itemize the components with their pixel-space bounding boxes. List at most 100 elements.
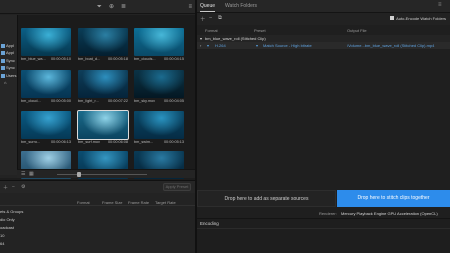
duplicate-icon[interactable]: ⧉	[218, 15, 222, 22]
folder-tree: Appl Appl Sync Sync Users ⌂	[0, 15, 17, 175]
queue-toolbar: ＋ − ⧉ Auto-Encode Watch Folders	[197, 13, 450, 25]
encoding-label: Encoding	[200, 221, 219, 226]
queue-item[interactable]: ▾ bm_blue_wave_roll (Stitched Clip)	[197, 35, 450, 42]
clip-thumbnail[interactable]: bm_cloud... 00:00:05:00	[21, 70, 71, 107]
thumbnail-image	[21, 28, 71, 56]
preset-column-header: Format Frame Size Frame Rate Target Rate	[0, 199, 195, 206]
folder-icon	[1, 66, 5, 70]
clip-duration: 00:00:05:18	[107, 57, 128, 61]
add-icon[interactable]: ＋	[200, 15, 206, 23]
drop-zone-separate[interactable]: Drop here to add as separate sources	[197, 190, 336, 207]
clip-thumbnail[interactable]: bm_boat_d... 00:00:05:18	[78, 28, 128, 65]
preset-row[interactable]: dio Only	[0, 216, 195, 223]
clip-thumbnail[interactable]: bm_surf.mov 00:00:06:08	[77, 110, 129, 148]
thumbnail-image	[77, 110, 129, 140]
remove-icon[interactable]: −	[209, 15, 212, 21]
folder-icon	[1, 74, 5, 78]
thumbnail-image	[21, 70, 71, 98]
clip-duration: 00:00:05:13	[163, 140, 184, 144]
checkbox-icon[interactable]	[390, 16, 395, 21]
tree-item-home[interactable]: ⌂	[0, 80, 17, 86]
grid-view-icon[interactable]: ▦	[29, 171, 34, 177]
clip-duration: 00:00:04:05	[163, 99, 184, 103]
tree-item[interactable]: Sync	[0, 65, 17, 71]
column-output-file[interactable]: Output File	[347, 28, 367, 33]
preset-row[interactable]: oadcast	[0, 224, 195, 231]
clip-name: bm_surf.mov	[78, 140, 100, 144]
clip-thumbnail[interactable]: bm_sky.mov 00:00:04:05	[134, 70, 184, 107]
column-format[interactable]: Format	[205, 28, 218, 33]
tree-item[interactable]: Users	[0, 73, 17, 79]
clip-name: bm_surro...	[21, 140, 41, 144]
tab-bar: Queue Watch Folders ≡	[197, 0, 450, 13]
filter-icon[interactable]: ⏷	[97, 3, 102, 11]
list-view-icon[interactable]: ☰	[21, 171, 25, 177]
thumbnail-image	[78, 70, 128, 98]
encoding-panel: Encoding	[197, 218, 450, 253]
chevron-icon[interactable]: ›	[200, 43, 201, 48]
tree-item[interactable]: Appl	[0, 50, 17, 56]
clip-name: bm_light_r...	[78, 99, 99, 103]
clip-duration: 00:00:04:15	[163, 57, 184, 61]
preset-row[interactable]: ets & Groups	[0, 208, 195, 215]
list-view-icon[interactable]: ≣	[121, 3, 126, 11]
column-format[interactable]: Format	[77, 200, 90, 205]
queue-item-title: bm_blue_wave_roll (Stitched Clip)	[205, 36, 266, 41]
tab-queue[interactable]: Queue	[200, 2, 216, 12]
slider-handle[interactable]	[77, 172, 81, 177]
clip-name: bm_clouds...	[134, 57, 156, 61]
home-icon: ⌂	[4, 80, 7, 85]
tree-item[interactable]: Appl	[0, 43, 17, 49]
column-target-rate[interactable]: Target Rate	[155, 200, 176, 205]
queue-sub-item[interactable]: › ▾ H.264 ▾ Match Source - High bitrate …	[197, 42, 450, 49]
preset-dropdown-icon[interactable]: ▾	[256, 43, 258, 48]
column-preset[interactable]: Preset	[254, 28, 266, 33]
clip-name: bm_swim...	[134, 140, 154, 144]
drop-zone-stitch[interactable]: Drop here to stitch clips together	[337, 190, 450, 207]
tab-watch-folders[interactable]: Watch Folders	[225, 2, 257, 10]
clip-duration: 00:00:05:10	[50, 57, 71, 61]
preset-row[interactable]: 64	[0, 240, 195, 247]
media-browser-toolbar: ⏷ ⊕ ≣ ≡	[0, 0, 195, 14]
expand-icon[interactable]: ▾	[200, 36, 202, 41]
format-value[interactable]: H.264	[215, 43, 226, 48]
remove-icon[interactable]: −	[12, 184, 15, 190]
add-icon[interactable]: ＋	[3, 184, 8, 191]
clip-duration: 00:00:05:00	[50, 99, 71, 103]
preset-browser-panel: ＋ − ⚙ Apply Preset Format Frame Size Fra…	[0, 180, 195, 253]
divider	[197, 228, 450, 229]
preset-row[interactable]: 10	[0, 232, 195, 239]
thumbnail-image	[134, 70, 184, 98]
format-dropdown-icon[interactable]: ▾	[207, 43, 209, 48]
panel-menu-icon[interactable]: ≡	[188, 3, 192, 11]
clip-duration: 00:00:06:08	[107, 140, 128, 144]
panel-menu-icon[interactable]: ≡	[438, 2, 442, 8]
settings-icon[interactable]: ⚙	[21, 184, 25, 190]
apply-preset-button[interactable]: Apply Preset	[163, 183, 191, 191]
queue-panel: Queue Watch Folders ≡ ＋ − ⧉ Auto-Encode …	[197, 0, 450, 253]
clip-name: bm_sky.mov	[134, 99, 156, 103]
new-folder-icon[interactable]: ⊕	[109, 3, 114, 11]
thumbnail-bar: ☰ ▦	[17, 169, 195, 178]
tree-item[interactable]: Sync	[0, 58, 17, 64]
clip-thumbnail[interactable]: bm_swim... 00:00:05:13	[134, 111, 184, 148]
clip-thumbnail[interactable]: bm_surro... 00:00:06:13	[21, 111, 71, 148]
renderer-dropdown[interactable]: Mercury Playback Engine GPU Acceleration…	[341, 211, 438, 216]
clip-thumbnail[interactable]: bm_light_r... 00:00:07:22	[78, 70, 128, 107]
preset-value[interactable]: Match Source - High bitrate	[263, 43, 312, 48]
output-file-value[interactable]: /Volume...bm_blue_wave_roll (Stitched Cl…	[347, 43, 434, 48]
column-frame-rate[interactable]: Frame Rate	[128, 200, 149, 205]
column-frame-size[interactable]: Frame Size	[102, 200, 122, 205]
thumbnail-image	[134, 28, 184, 56]
auto-encode-checkbox[interactable]: Auto-Encode Watch Folders	[390, 16, 446, 21]
thumbnail-image	[21, 111, 71, 139]
folder-icon	[1, 51, 5, 55]
thumbnail-size-slider[interactable]	[57, 172, 147, 177]
folder-icon	[1, 59, 5, 63]
clip-thumbnail[interactable]: bm_blue_wa... 00:00:05:10	[21, 28, 71, 65]
folder-icon	[1, 44, 5, 48]
clip-duration: 00:00:07:22	[107, 99, 128, 103]
queue-column-header: Format Preset Output File	[197, 27, 450, 34]
renderer-row: Renderer: Mercury Playback Engine GPU Ac…	[197, 210, 450, 218]
clip-thumbnail[interactable]: bm_clouds... 00:00:04:15	[134, 28, 184, 65]
